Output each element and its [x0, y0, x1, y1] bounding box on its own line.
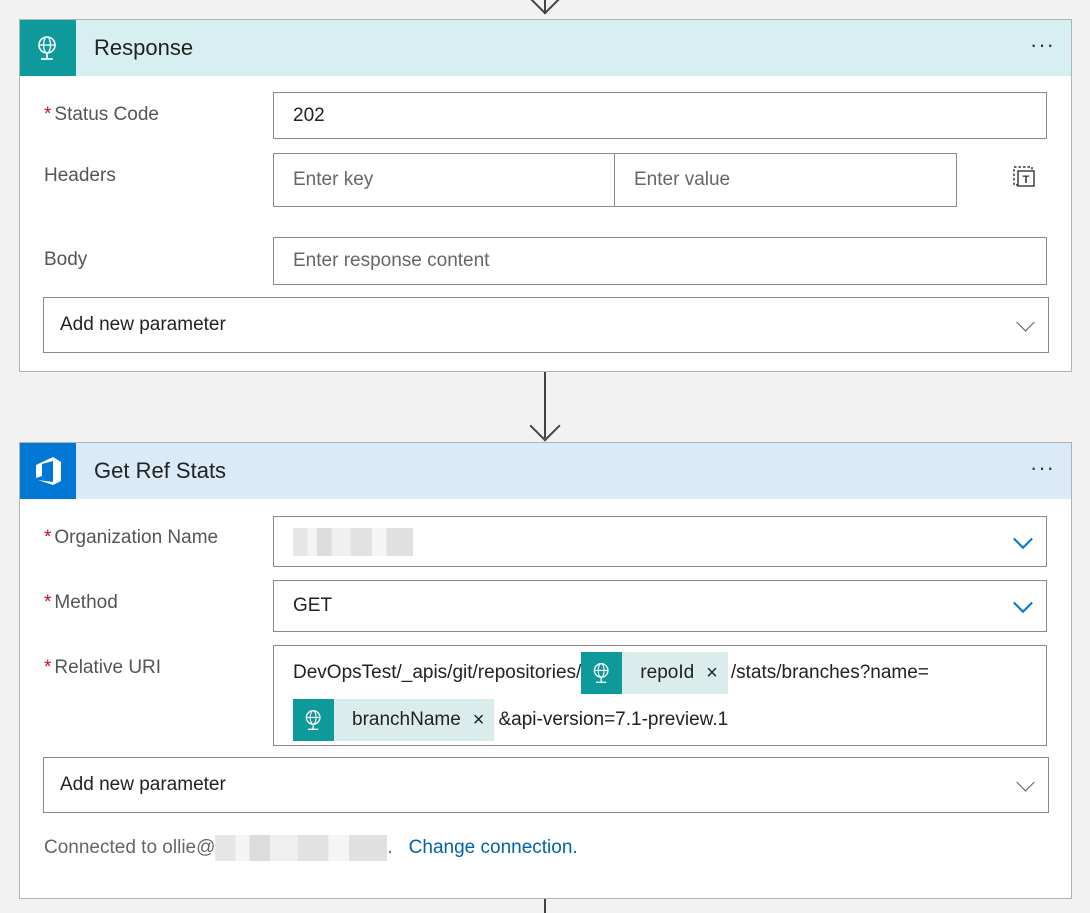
add-parameter-dropdown[interactable]: Add new parameter	[43, 297, 1049, 353]
azure-devops-icon	[20, 443, 76, 499]
globe-icon	[20, 20, 76, 76]
svg-text:T: T	[1023, 174, 1030, 186]
globe-icon	[293, 699, 334, 741]
chevron-down-icon	[1013, 528, 1033, 549]
organization-dropdown[interactable]	[273, 516, 1047, 567]
response-more-menu[interactable]: ···	[1030, 32, 1055, 58]
body-label: Body	[44, 249, 88, 270]
uri-text-segment: /stats/branches?name=	[730, 662, 929, 683]
repoid-token[interactable]: repoId ×	[581, 652, 728, 694]
connection-text: Connected to ollie@	[44, 837, 216, 858]
header-key-input[interactable]: Enter key	[273, 153, 615, 207]
redacted-email	[215, 835, 388, 861]
remove-repoid-button[interactable]: ×	[706, 662, 728, 685]
change-connection-link[interactable]: Change connection.	[409, 837, 578, 859]
redacted-organization	[293, 527, 413, 556]
relative-uri-input[interactable]: DevOpsTest/_apis/git/repositories/ repoI…	[273, 645, 1047, 746]
headers-label: Headers	[44, 165, 116, 186]
body-input[interactable]: Enter response content	[273, 237, 1047, 285]
connector-bottom	[544, 899, 546, 913]
get-ref-stats-header[interactable]: Get Ref Stats ···	[20, 443, 1071, 499]
get-ref-stats-more-menu[interactable]: ···	[1030, 455, 1055, 481]
arrow-head-top	[529, 0, 561, 15]
repoid-token-label: repoId	[640, 662, 695, 683]
chevron-down-icon	[1016, 773, 1035, 792]
chevron-down-icon	[1016, 313, 1035, 332]
add-parameter-dropdown[interactable]: Add new parameter	[43, 757, 1049, 813]
text-mode-icon[interactable]: T	[1010, 163, 1036, 189]
get-ref-stats-title: Get Ref Stats	[94, 458, 227, 483]
branchname-token[interactable]: branchName ×	[293, 699, 495, 741]
header-value-input[interactable]: Enter value	[614, 153, 957, 207]
branchname-token-label: branchName	[352, 709, 461, 730]
method-dropdown[interactable]: GET	[273, 580, 1047, 632]
uri-text-segment: DevOpsTest/_apis/git/repositories/	[293, 662, 582, 683]
status-code-label: * Status Code	[44, 104, 159, 125]
arrow-head-middle	[529, 410, 561, 442]
response-card-title: Response	[94, 35, 194, 60]
remove-branchname-button[interactable]: ×	[473, 709, 495, 732]
relative-uri-label: * Relative URI	[44, 657, 162, 678]
method-label: * Method	[44, 592, 118, 613]
uri-text-segment: &api-version=7.1-preview.1	[498, 709, 729, 730]
status-code-input[interactable]: 202	[273, 92, 1047, 139]
organization-label: * Organization Name	[44, 527, 219, 548]
response-card: Response ··· * Status Code 202 Headers En…	[19, 19, 1072, 372]
response-card-header[interactable]: Response ···	[20, 20, 1071, 76]
chevron-down-icon	[1013, 593, 1033, 614]
get-ref-stats-card: Get Ref Stats ··· * Organization Name * Me…	[19, 442, 1072, 899]
globe-icon	[581, 652, 623, 694]
connection-info: Connected to ollie@ . Change connection.	[44, 835, 578, 861]
